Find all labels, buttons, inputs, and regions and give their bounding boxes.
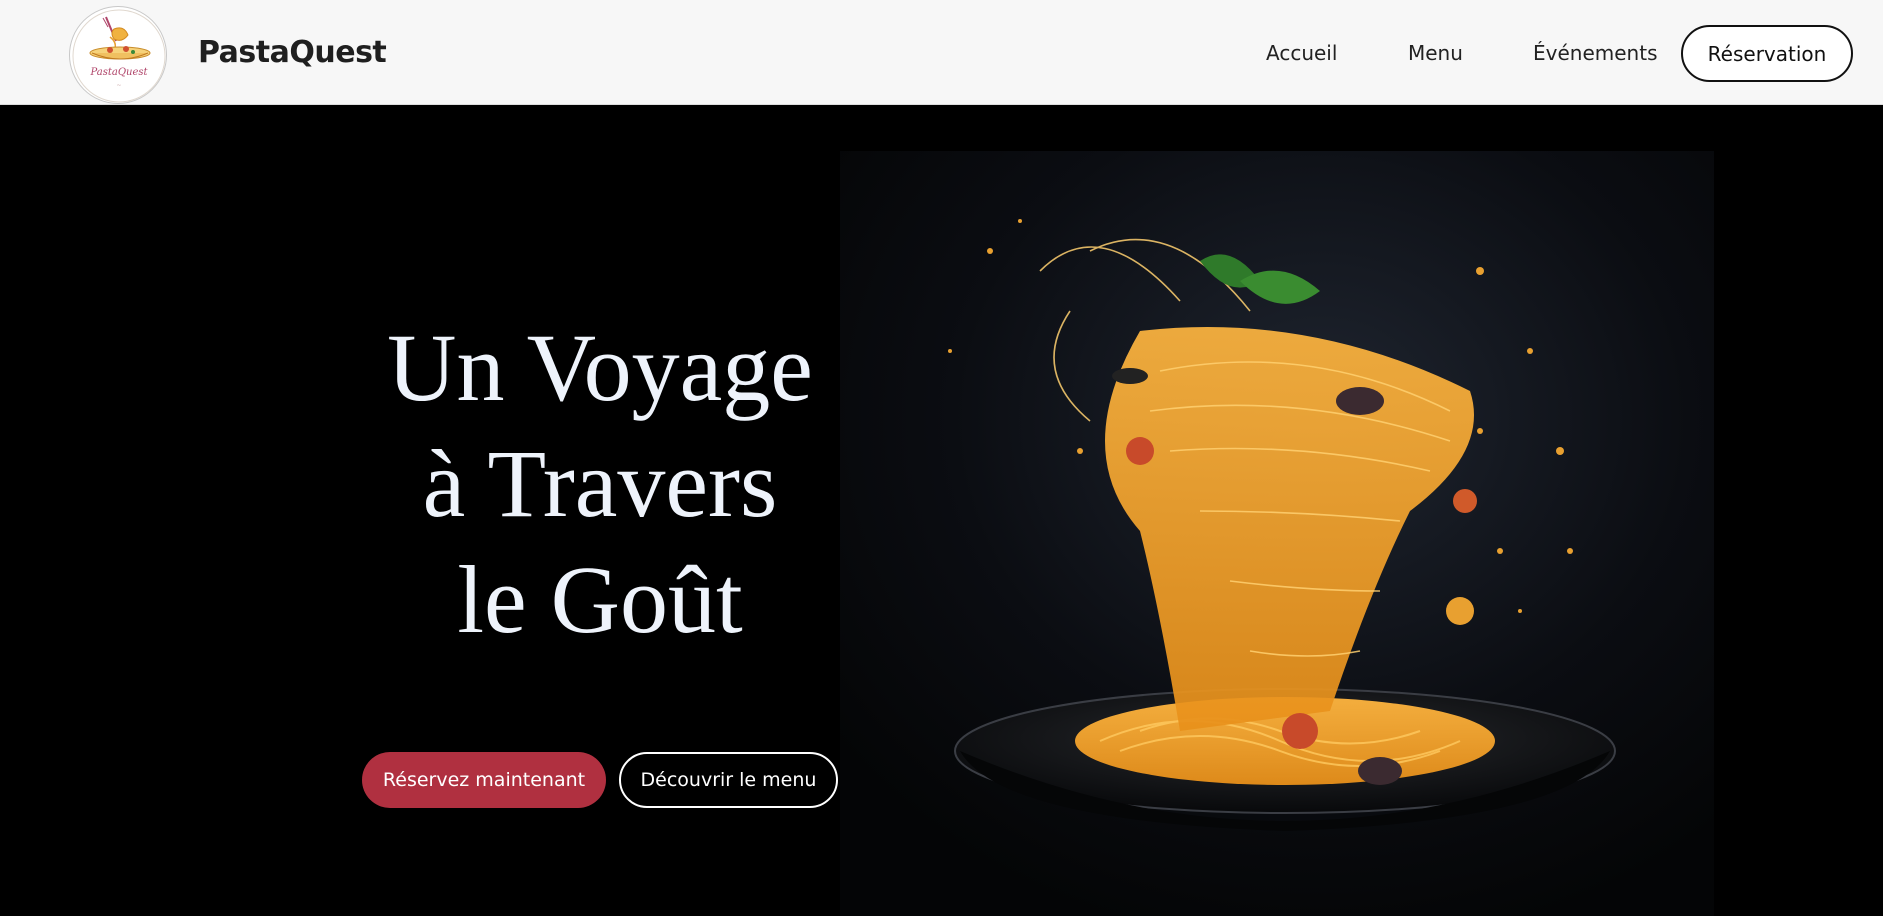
discover-menu-button[interactable]: Découvrir le menu: [619, 752, 838, 808]
navbar: PastaQuest ~ PastaQuest Accueil Menu Évé…: [0, 0, 1883, 105]
svg-text:~: ~: [116, 82, 121, 89]
spaghetti-hero-image: [840, 151, 1714, 916]
hero-title: Un Voyage à Travers le Goût: [330, 310, 870, 658]
spaghetti-plate-illustration: [840, 151, 1714, 916]
svg-text:PastaQuest: PastaQuest: [89, 67, 148, 78]
logo[interactable]: PastaQuest ~: [69, 6, 167, 104]
reserve-now-button[interactable]: Réservez maintenant: [362, 752, 606, 808]
nav-link-accueil[interactable]: Accueil: [1266, 38, 1337, 68]
nav-link-menu[interactable]: Menu: [1408, 38, 1463, 68]
hero-title-line-2: à Travers: [422, 430, 778, 537]
nav-reservation-button[interactable]: Réservation: [1681, 25, 1853, 82]
brand-name[interactable]: PastaQuest: [198, 34, 387, 72]
pasta-logo-icon: PastaQuest ~: [72, 9, 166, 103]
hero-title-line-3: le Goût: [457, 546, 743, 653]
hero-title-line-1: Un Voyage: [387, 314, 813, 421]
nav-link-evenements[interactable]: Événements: [1533, 38, 1657, 68]
